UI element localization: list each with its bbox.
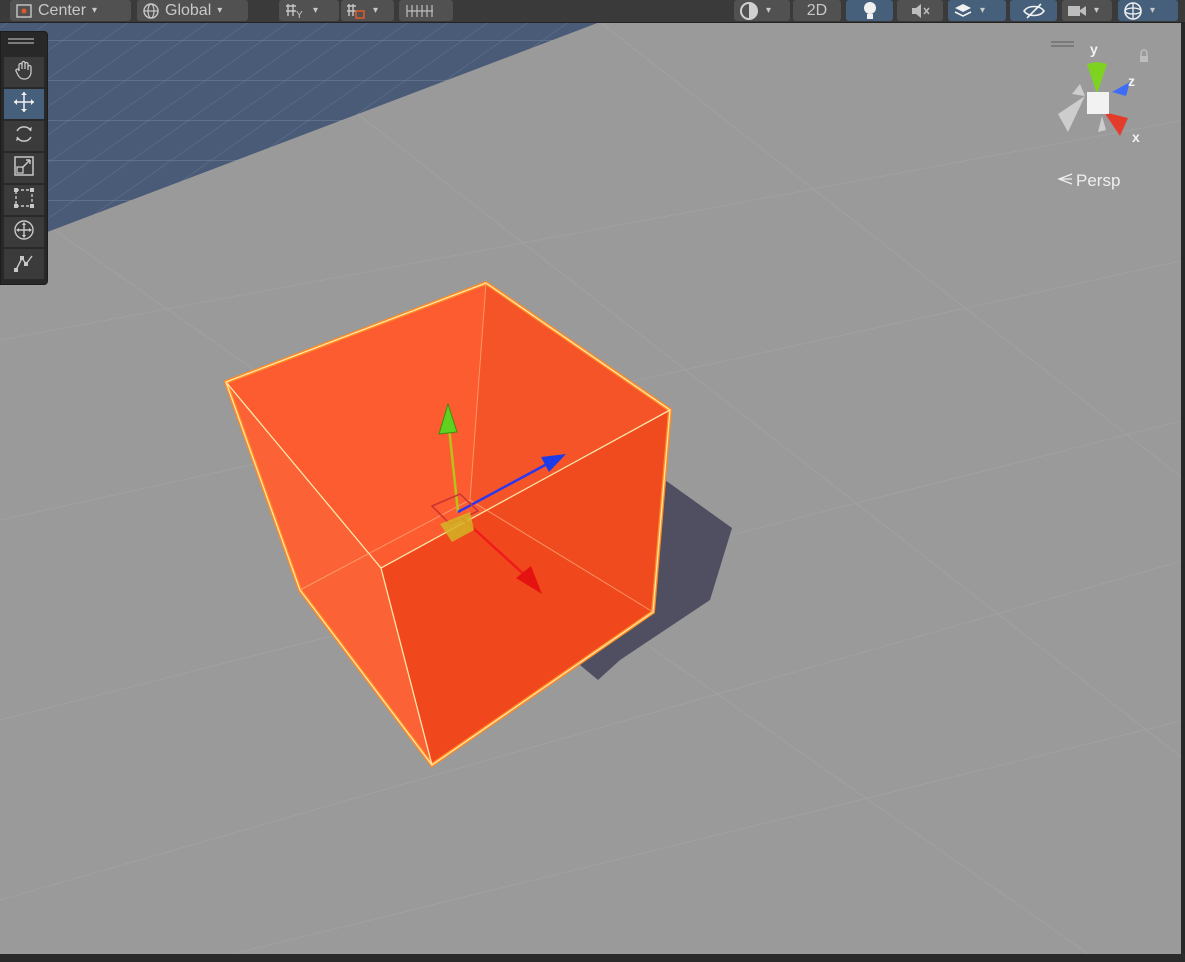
chevron-down-icon: ▾ xyxy=(217,5,223,16)
custom-tool-button[interactable] xyxy=(4,249,44,279)
toggle-2d-label: 2D xyxy=(806,2,828,19)
chevron-down-icon: ▾ xyxy=(92,5,98,16)
gizmo-y-cone xyxy=(1086,62,1108,64)
scene-canvas[interactable] xyxy=(0,0,1185,962)
gizmos-dropdown[interactable]: ▾ xyxy=(1118,0,1178,21)
overlay-drag-handle[interactable] xyxy=(8,38,34,48)
shading-sphere-icon xyxy=(738,1,760,21)
tools-overlay xyxy=(0,31,48,285)
move-icon xyxy=(12,90,36,119)
gizmo-negx-cone xyxy=(1058,96,1085,132)
lighting-toggle-button[interactable] xyxy=(846,0,893,21)
rotate-icon xyxy=(12,122,36,151)
pivot-mode-dropdown[interactable]: Center ▾ xyxy=(10,0,131,21)
blue-ground-plane xyxy=(0,22,600,250)
grid-axis-icon: Y xyxy=(283,2,307,20)
projection-toggle[interactable]: Persp xyxy=(1056,171,1120,191)
eye-hidden-icon xyxy=(1022,2,1046,20)
scene-toolbar: Center ▾ Global ▾ Y ▾ ▾ ▾ 2D ▾ ▾ ▾ xyxy=(0,0,1185,23)
snap-increment-dropdown[interactable]: ▾ xyxy=(341,0,394,21)
gizmos-globe-icon xyxy=(1122,1,1144,21)
perspective-icon xyxy=(1056,171,1074,191)
audio-muted-icon xyxy=(909,2,931,20)
light-bulb-icon xyxy=(861,1,879,21)
effects-dropdown[interactable]: ▾ xyxy=(948,0,1006,21)
move-tool-button[interactable] xyxy=(4,89,44,119)
camera-settings-dropdown[interactable]: ▾ xyxy=(1062,0,1112,21)
transform-tool-button[interactable] xyxy=(4,217,44,247)
chevron-down-icon: ▾ xyxy=(766,5,772,16)
chevron-down-icon: ▾ xyxy=(980,5,986,16)
grid-snapping-dropdown[interactable]: Y ▾ xyxy=(279,0,339,21)
scale-tool-button[interactable] xyxy=(4,153,44,183)
axis-x-label: x xyxy=(1132,129,1140,145)
increment-snapping-button[interactable] xyxy=(399,0,453,21)
pivot-mode-label: Center xyxy=(38,2,87,19)
ruler-icon xyxy=(403,2,443,20)
globe-icon xyxy=(141,2,161,20)
pivot-rotation-dropdown[interactable]: Global ▾ xyxy=(137,0,248,21)
gizmo-x-cone xyxy=(1104,112,1128,136)
axis-y-label: y xyxy=(1090,41,1098,57)
transform-icon xyxy=(12,218,36,247)
chevron-down-icon: ▾ xyxy=(1094,5,1100,16)
chevron-down-icon: ▾ xyxy=(313,5,319,16)
pivot-rotation-label: Global xyxy=(165,2,212,19)
rotate-tool-button[interactable] xyxy=(4,121,44,151)
snap-magnet-icon xyxy=(345,2,367,20)
svg-text:Y: Y xyxy=(296,10,303,20)
scene-visibility-button[interactable] xyxy=(1010,0,1057,21)
scene-view[interactable]: Center ▾ Global ▾ Y ▾ ▾ ▾ 2D ▾ ▾ ▾ y z x… xyxy=(0,0,1185,962)
hand-tool-button[interactable] xyxy=(4,57,44,87)
camera-icon xyxy=(1066,3,1088,19)
chevron-down-icon: ▾ xyxy=(1150,5,1156,16)
hand-icon xyxy=(13,59,35,86)
effects-layers-icon xyxy=(952,2,974,20)
chevron-down-icon: ▾ xyxy=(373,5,379,16)
window-border xyxy=(1181,22,1185,962)
audio-toggle-button[interactable] xyxy=(897,0,943,21)
axis-z-label: z xyxy=(1128,73,1135,89)
shading-mode-dropdown[interactable]: ▾ xyxy=(734,0,790,21)
rect-transform-icon xyxy=(12,186,36,215)
window-border xyxy=(0,954,1185,962)
rect-tool-button[interactable] xyxy=(4,185,44,215)
projection-label: Persp xyxy=(1076,171,1121,190)
gizmo-center-cube xyxy=(1087,92,1109,114)
toggle-2d-button[interactable]: 2D xyxy=(793,0,841,21)
custom-editor-tool-icon xyxy=(12,250,36,279)
pivot-center-icon xyxy=(14,3,34,19)
scale-icon xyxy=(12,154,36,183)
